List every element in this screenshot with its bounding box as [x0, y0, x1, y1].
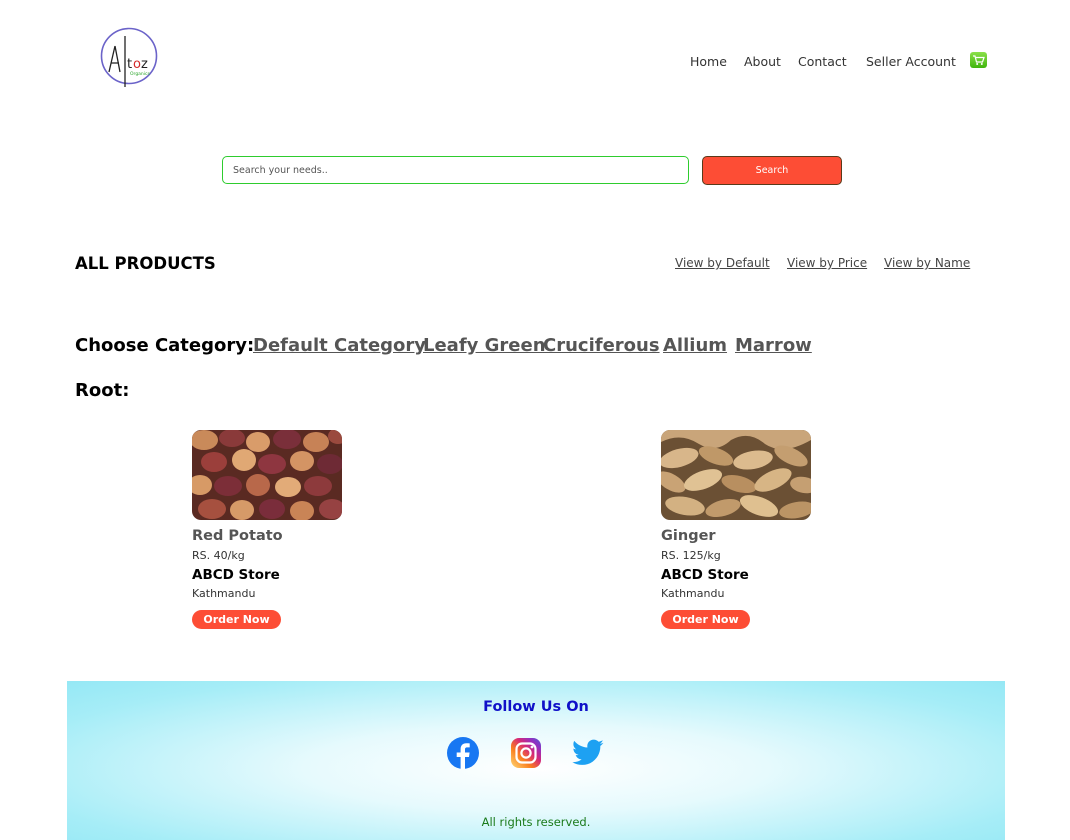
twitter-icon[interactable] — [571, 736, 605, 770]
nav-about-link[interactable]: About — [744, 54, 781, 69]
product-location: Kathmandu — [192, 587, 256, 600]
order-now-button[interactable]: Order Now — [661, 610, 750, 629]
svg-text:Organics: Organics — [130, 71, 151, 77]
shopping-cart-icon — [973, 55, 985, 65]
product-price: RS. 40/kg — [192, 549, 245, 562]
product-name[interactable]: Ginger — [661, 528, 716, 544]
current-category-heading: Root: — [75, 380, 130, 401]
product-price: RS. 125/kg — [661, 549, 721, 562]
cart-button[interactable] — [970, 52, 987, 68]
site-logo[interactable]: t o z Organics — [100, 26, 158, 87]
category-cruciferous-link[interactable]: Cruciferous — [543, 335, 660, 356]
instagram-icon[interactable] — [509, 736, 543, 770]
category-allium-link[interactable]: Allium — [663, 335, 727, 356]
nav-seller-account-link[interactable]: Seller Account — [866, 54, 956, 69]
red-potato-image[interactable] — [192, 430, 342, 520]
svg-text:t: t — [127, 57, 132, 72]
category-label: Choose Category: — [75, 335, 255, 356]
svg-text:z: z — [141, 57, 148, 72]
category-leafy-green-link[interactable]: Leafy Green — [423, 335, 546, 356]
category-default-link[interactable]: Default Category — [253, 335, 426, 356]
product-store: ABCD Store — [661, 567, 749, 583]
product-name[interactable]: Red Potato — [192, 528, 283, 544]
product-store: ABCD Store — [192, 567, 280, 583]
category-marrow-link[interactable]: Marrow — [735, 335, 812, 356]
svg-text:o: o — [133, 57, 141, 72]
facebook-icon[interactable] — [446, 736, 480, 770]
site-footer: Follow Us On All rights reserved. — [67, 681, 1005, 840]
sort-default-link[interactable]: View by Default — [675, 256, 770, 270]
page-title: ALL PRODUCTS — [75, 254, 216, 273]
order-now-button[interactable]: Order Now — [192, 610, 281, 629]
copyright-text: All rights reserved. — [481, 815, 591, 829]
nav-contact-link[interactable]: Contact — [798, 54, 847, 69]
sort-price-link[interactable]: View by Price — [787, 256, 867, 270]
follow-us-heading: Follow Us On — [483, 699, 589, 715]
sort-name-link[interactable]: View by Name — [884, 256, 970, 270]
product-location: Kathmandu — [661, 587, 725, 600]
ginger-image[interactable] — [661, 430, 811, 520]
search-button[interactable]: Search — [702, 156, 842, 185]
nav-home-link[interactable]: Home — [690, 54, 727, 69]
search-input[interactable] — [222, 156, 689, 184]
